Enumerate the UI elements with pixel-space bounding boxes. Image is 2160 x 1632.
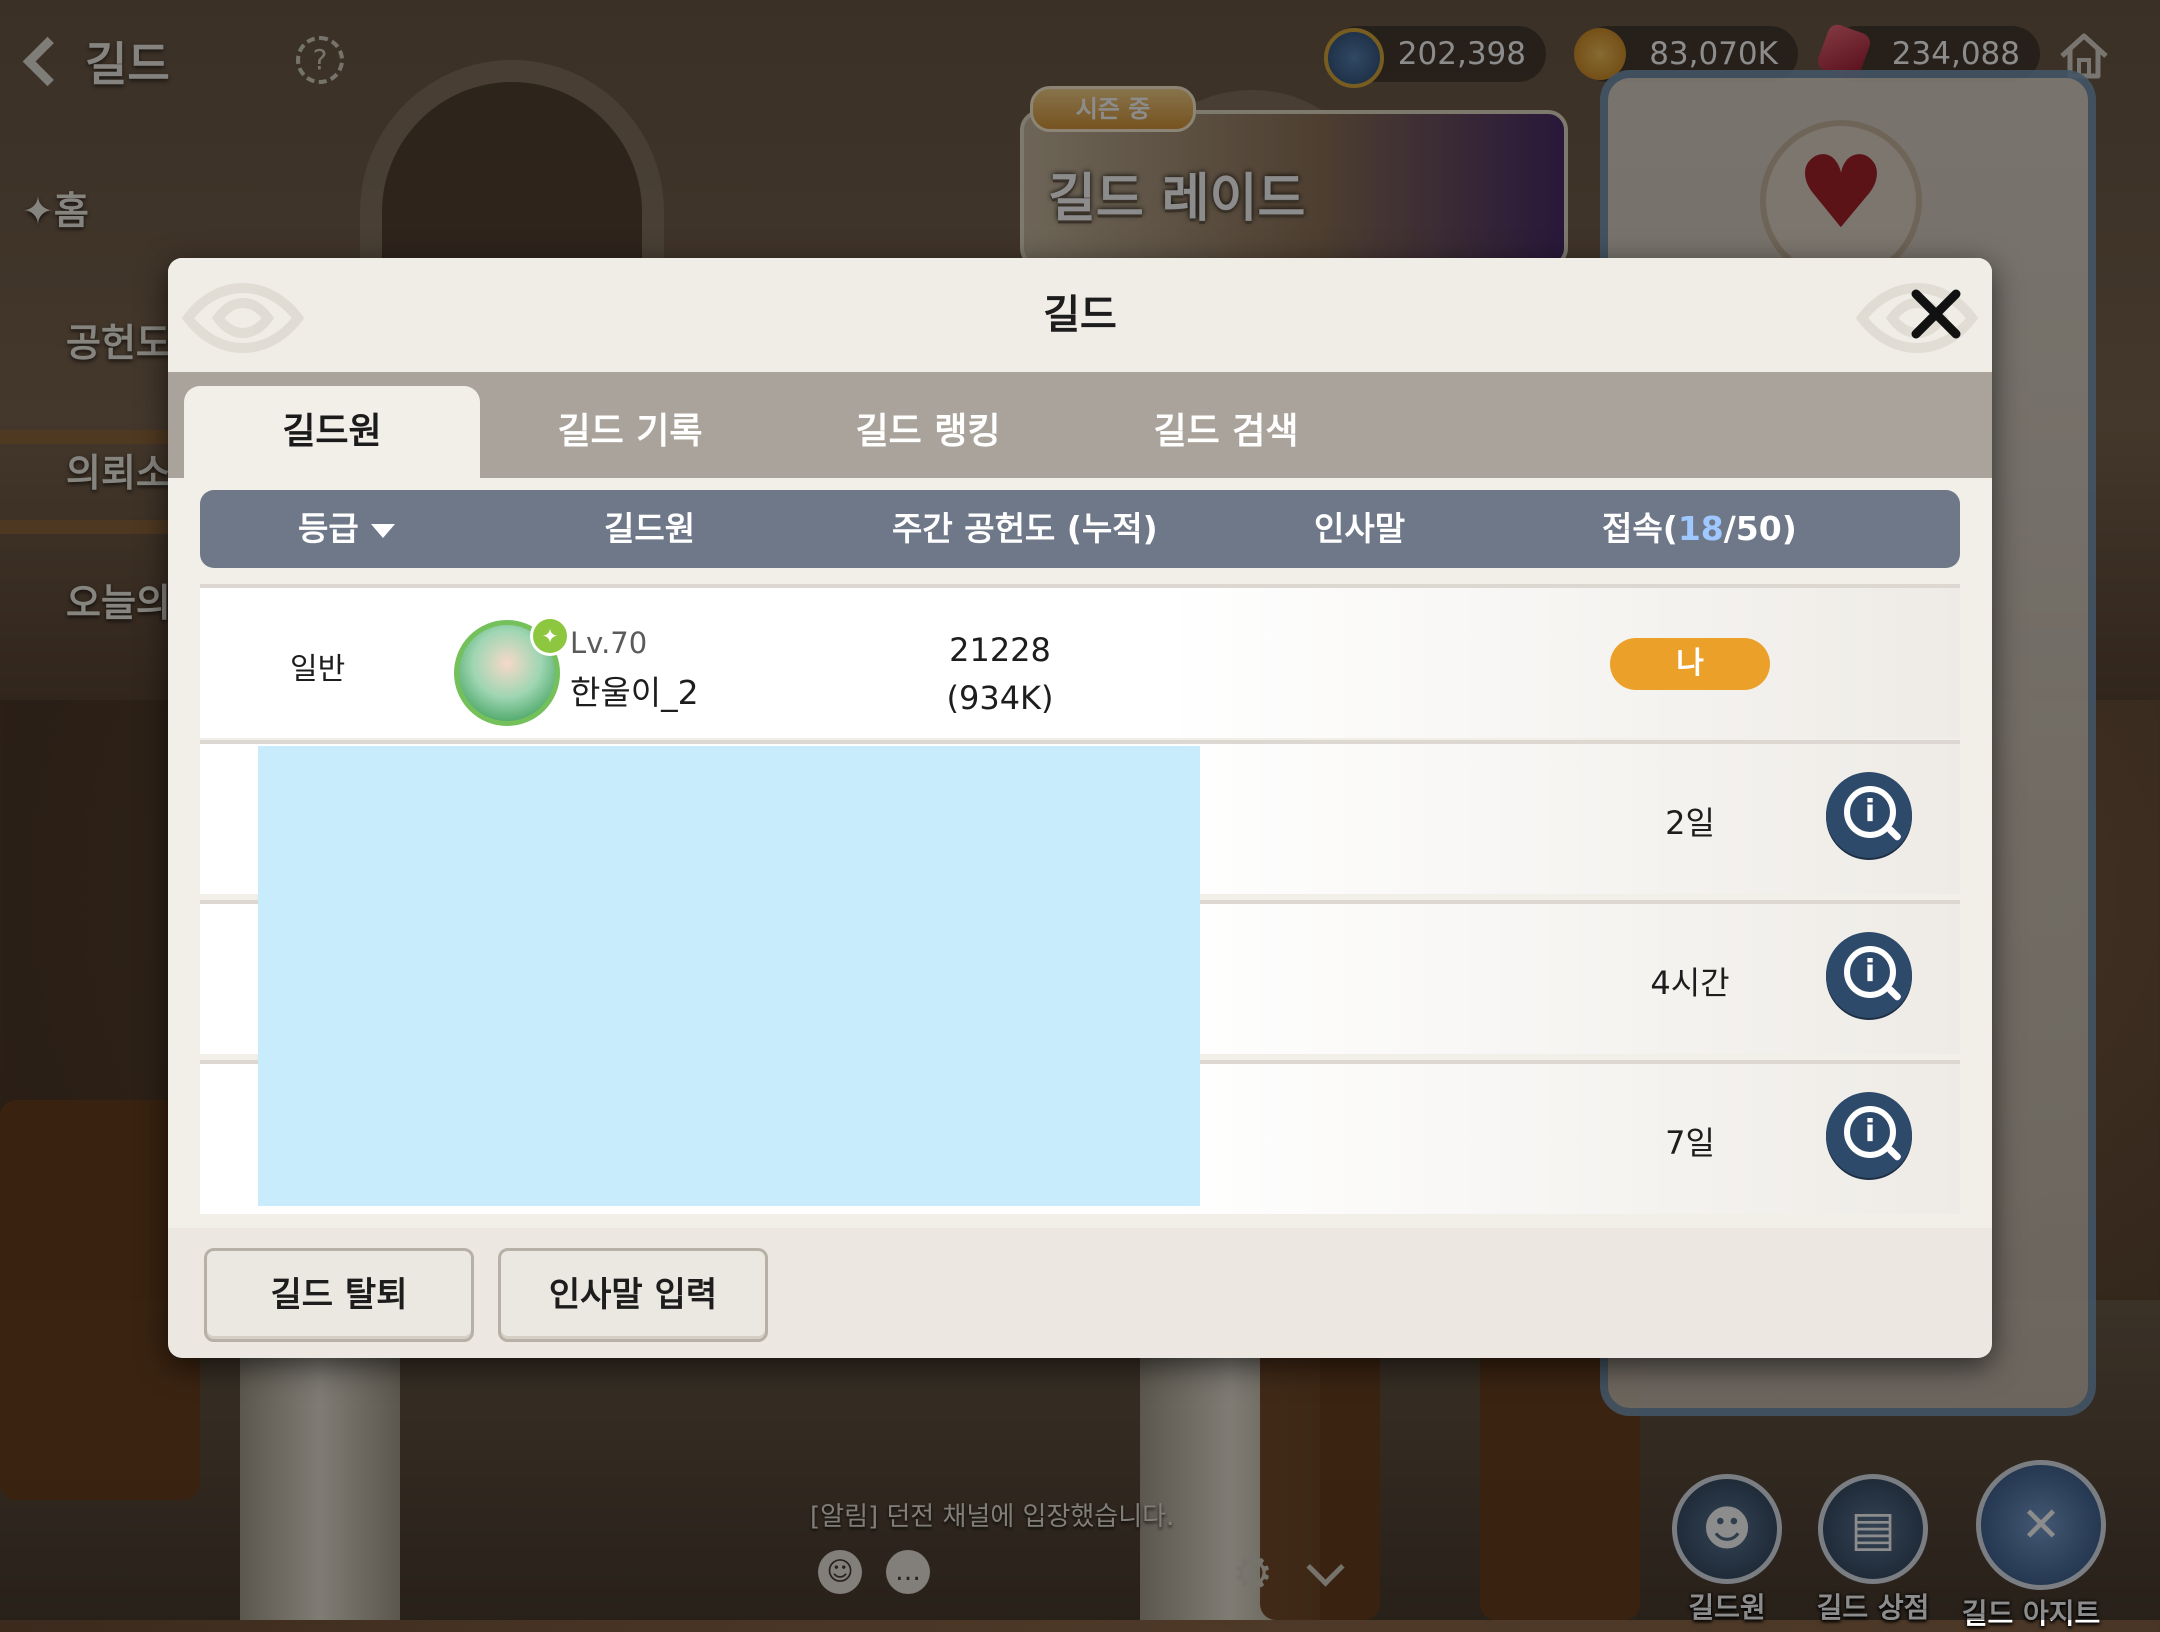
column-greeting: 인사말 — [1314, 509, 1406, 548]
member-level: Lv.70 — [570, 626, 648, 660]
last-login-time: 2일 — [1665, 804, 1715, 842]
member-rank: 일반 — [290, 652, 346, 687]
tab-guild-log[interactable]: 길드 기록 — [482, 386, 778, 478]
redacted-region — [258, 746, 1200, 1206]
column-rank-sort[interactable]: 등급 — [298, 490, 395, 568]
member-name: 한울이_2 — [570, 673, 699, 712]
magnifier-handle-icon — [1885, 985, 1903, 1002]
member-info-button[interactable]: i — [1826, 772, 1912, 858]
modal-title: 길드 — [1043, 292, 1117, 338]
me-badge: 나 — [1610, 638, 1770, 690]
column-online: 접속(18/50) — [1602, 490, 1797, 568]
tab-guild-ranking[interactable]: 길드 랭킹 — [780, 386, 1076, 478]
modal-header: 길드 — [168, 258, 1992, 372]
member-info-button[interactable]: i — [1826, 932, 1912, 1018]
last-login-time: 4시간 — [1650, 964, 1730, 1002]
tab-guild-members[interactable]: 길드원 — [184, 386, 480, 478]
online-total: /50) — [1723, 509, 1797, 548]
close-icon[interactable] — [1906, 284, 1966, 344]
online-now-count: 18 — [1677, 509, 1724, 548]
magnifier-handle-icon — [1885, 825, 1903, 842]
class-badge-icon: ✦ — [530, 616, 570, 656]
member-info-button[interactable]: i — [1826, 1092, 1912, 1178]
member-contribution: 21228 (934K) — [900, 626, 1100, 722]
last-login-time: 7일 — [1665, 1124, 1715, 1162]
online-label: 접속( — [1602, 509, 1678, 548]
table-row-self[interactable]: 일반 ✦ Lv.70 한울이_2 21228 (934K) 나 — [200, 584, 1960, 738]
magnifier-handle-icon — [1885, 1145, 1903, 1162]
table-header: 등급 길드원 주간 공헌도 (누적) 인사말 접속(18/50) — [200, 490, 1960, 568]
leave-guild-button[interactable]: 길드 탈퇴 — [204, 1248, 474, 1342]
cumulative-contribution-value: (934K) — [946, 679, 1054, 717]
sort-down-icon — [370, 523, 395, 538]
tab-bar: 길드원 길드 기록 길드 랭킹 길드 검색 — [168, 372, 1992, 478]
column-weekly-contribution: 주간 공헌도 (누적) — [892, 509, 1158, 548]
column-member: 길드원 — [604, 509, 696, 548]
guild-modal: 길드 길드원 길드 기록 길드 랭킹 길드 검색 등급 길드원 주간 공헌도 (… — [168, 258, 1992, 1358]
column-rank-label: 등급 — [298, 509, 359, 548]
tab-guild-search[interactable]: 길드 검색 — [1078, 386, 1374, 478]
weekly-contribution-value: 21228 — [949, 631, 1051, 669]
enter-greeting-button[interactable]: 인사말 입력 — [498, 1248, 768, 1342]
